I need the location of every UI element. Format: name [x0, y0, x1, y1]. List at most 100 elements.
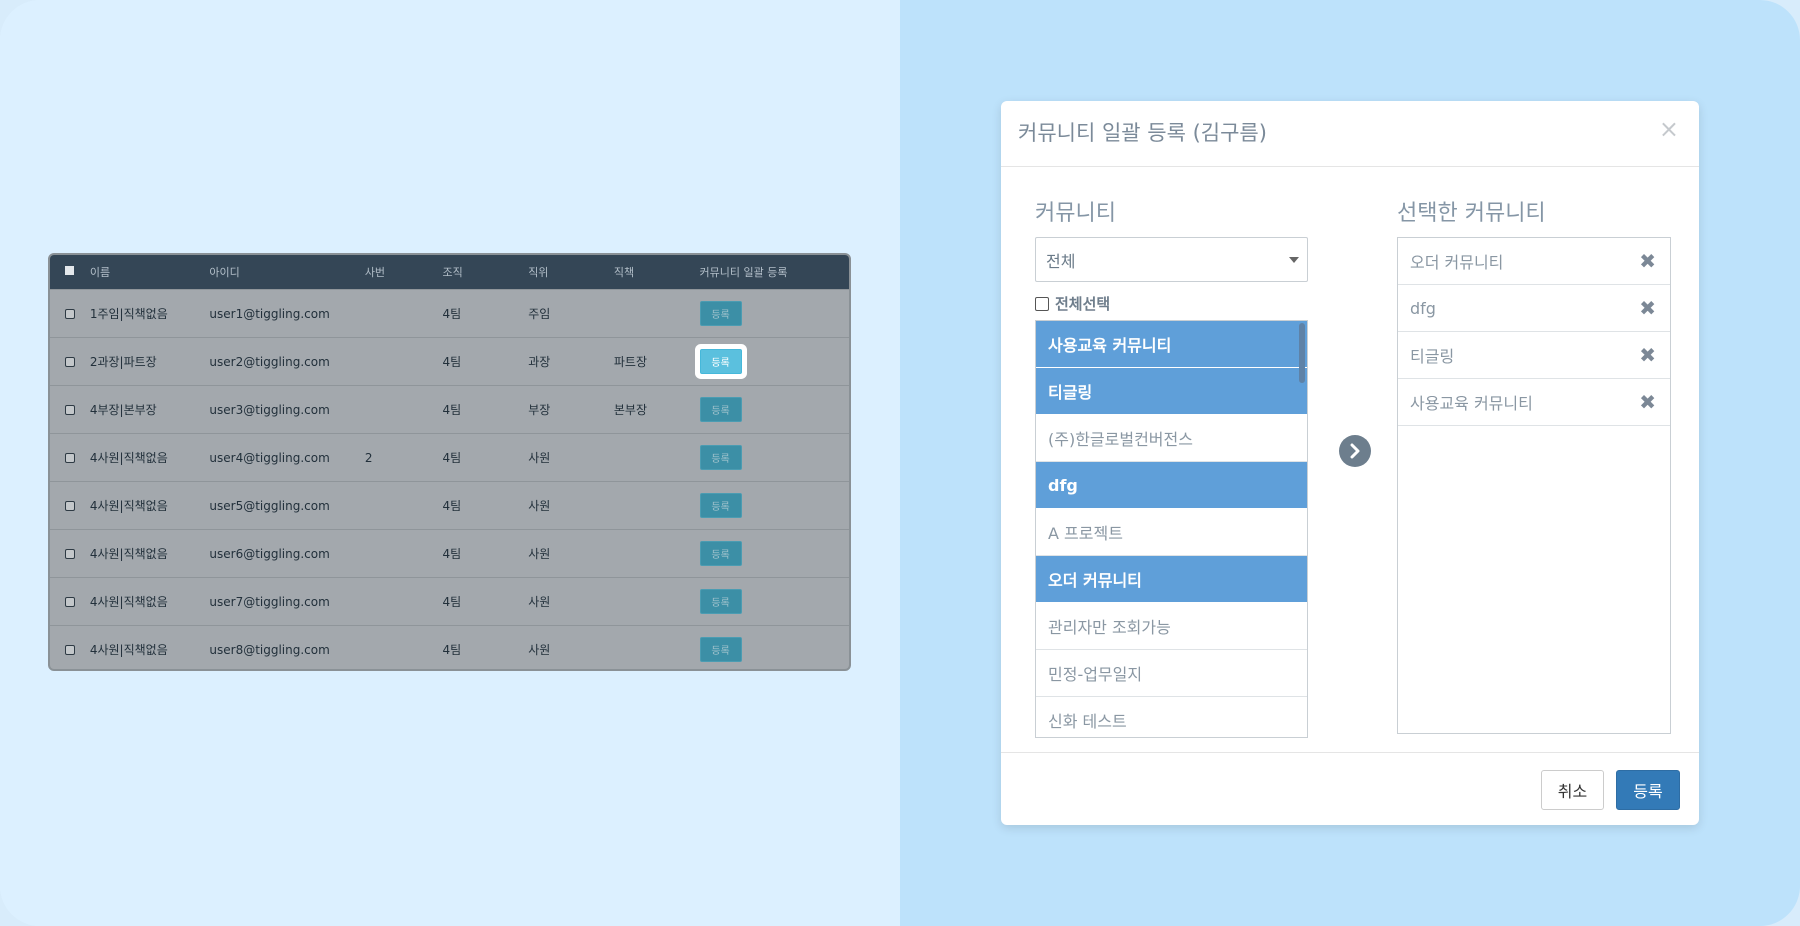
header-checkbox[interactable]: [65, 265, 75, 275]
cancel-button[interactable]: 취소: [1541, 770, 1604, 810]
community-list-item[interactable]: 사용교육 커뮤니티: [1036, 321, 1307, 368]
cell-position: 사원: [528, 595, 551, 609]
table-row: 2과장|파트장 user2@tiggling.com 4팀 과장 파트장 등록: [50, 337, 849, 385]
header-emp-no: 사번: [364, 266, 386, 279]
table-header: 이름 아이디 사번 조직 직위 직책 커뮤니티 일괄 등록: [50, 255, 849, 289]
cell-org: 4팀: [442, 403, 462, 417]
community-list-item[interactable]: A 프로젝트: [1036, 509, 1307, 556]
header-id: 아이디: [209, 266, 240, 279]
submit-button[interactable]: 등록: [1616, 770, 1680, 810]
register-button[interactable]: 등록: [699, 541, 742, 566]
table-row: 4사원|직책없음 user6@tiggling.com 4팀 사원 등록: [50, 529, 849, 577]
cell-name: 4사원|직책없음: [89, 547, 168, 561]
row-checkbox[interactable]: [64, 308, 75, 319]
row-select[interactable]: [50, 644, 90, 655]
selected-community-label: 오더 커뮤니티: [1410, 253, 1504, 272]
register-button[interactable]: 등록: [699, 397, 742, 422]
cell-position: 과장: [528, 355, 551, 369]
cell-position: 사원: [528, 547, 551, 561]
cell-id: user4@tiggling.com: [209, 450, 330, 465]
table-body: 1주임|직책없음 user1@tiggling.com 4팀 주임 등록 2과장|파트장 u…: [50, 289, 849, 669]
selected-community-item: 오더 커뮤니티 ✖: [1398, 238, 1670, 285]
row-checkbox[interactable]: [64, 644, 75, 655]
community-list-item[interactable]: 티글링: [1036, 368, 1307, 415]
cell-name: 4사원|직책없음: [89, 499, 168, 513]
community-list[interactable]: 사용교육 커뮤니티 티글링 (주)한글로벌컨버전스 dfg A 프로젝트 오더 커뮤니티 관…: [1035, 320, 1308, 738]
row-checkbox[interactable]: [64, 500, 75, 511]
cell-register: 등록: [699, 397, 849, 422]
cell-org: 4팀: [442, 595, 462, 609]
community-list-item[interactable]: 신화 테스트: [1036, 697, 1307, 737]
header-position: 직위: [528, 266, 549, 279]
header-org: 조직: [442, 266, 463, 279]
cell-register: 등록: [699, 493, 849, 518]
cell-org: 4팀: [442, 547, 462, 561]
cell-position: 사원: [528, 451, 551, 465]
select-all-toggle[interactable]: 전체선택: [1035, 293, 1110, 314]
register-button[interactable]: 등록: [699, 349, 742, 374]
remove-icon[interactable]: ✖: [1639, 296, 1656, 320]
screen-frame: 이름 아이디 사번 조직 직위 직책 커뮤니티 일괄 등록 1주임|직책없음 us…: [0, 0, 1800, 926]
cell-register: 등록: [699, 589, 849, 614]
community-list-item[interactable]: dfg: [1036, 462, 1307, 509]
cell-name: 4사원|직책없음: [89, 451, 168, 465]
row-checkbox[interactable]: [64, 548, 75, 559]
select-all-checkbox[interactable]: [1035, 296, 1049, 311]
register-button[interactable]: 등록: [699, 589, 742, 614]
table-row: 4사원|직책없음 user7@tiggling.com 4팀 사원 등록: [50, 577, 849, 625]
table-row: 1주임|직책없음 user1@tiggling.com 4팀 주임 등록: [50, 289, 849, 337]
row-select[interactable]: [50, 548, 90, 559]
close-icon[interactable]: ×: [1659, 115, 1679, 143]
cell-id: user7@tiggling.com: [209, 594, 330, 609]
register-button[interactable]: 등록: [699, 445, 742, 470]
cell-name: 4사원|직책없음: [89, 643, 168, 657]
row-select[interactable]: [50, 452, 90, 463]
cell-id: user8@tiggling.com: [209, 642, 330, 657]
list-scrollbar[interactable]: [1299, 323, 1305, 383]
cell-id: user2@tiggling.com: [209, 354, 330, 369]
cell-register: 등록: [699, 349, 849, 374]
cell-org: 4팀: [442, 643, 462, 657]
register-button[interactable]: 등록: [699, 301, 742, 326]
remove-icon[interactable]: ✖: [1639, 249, 1656, 273]
header-name: 이름: [89, 266, 111, 279]
row-checkbox[interactable]: [64, 452, 75, 463]
register-button[interactable]: 등록: [699, 637, 742, 662]
community-register-modal: 커뮤니티 일괄 등록 (김구름) × 커뮤니티 선택한 커뮤니티 전체 전체선택…: [1001, 101, 1699, 825]
remove-icon[interactable]: ✖: [1639, 390, 1656, 414]
cell-org: 4팀: [442, 355, 462, 369]
header-role: 직책: [613, 266, 635, 279]
row-select[interactable]: [50, 404, 90, 415]
select-all-label: 전체선택: [1055, 295, 1111, 313]
move-right-button[interactable]: [1339, 435, 1371, 467]
chevron-right-icon: [1350, 443, 1360, 459]
community-list-item[interactable]: (주)한글로벌컨버전스: [1036, 415, 1307, 462]
row-select[interactable]: [50, 500, 90, 511]
cell-role: 본부장: [613, 403, 647, 417]
remove-icon[interactable]: ✖: [1639, 343, 1656, 367]
cell-id: user1@tiggling.com: [209, 306, 330, 321]
row-select[interactable]: [50, 356, 90, 367]
community-list-item[interactable]: 민정-업무일지: [1036, 650, 1307, 697]
cell-position: 부장: [528, 403, 551, 417]
cell-org: 4팀: [442, 499, 462, 513]
table-row: 4사원|직책없음 user5@tiggling.com 4팀 사원 등록: [50, 481, 849, 529]
row-checkbox[interactable]: [64, 404, 75, 415]
community-list-item[interactable]: 오더 커뮤니티: [1036, 556, 1307, 603]
cell-id: user6@tiggling.com: [209, 546, 330, 561]
row-select[interactable]: [50, 596, 90, 607]
selected-community-item: 사용교육 커뮤니티 ✖: [1398, 379, 1670, 426]
community-filter-select[interactable]: 전체: [1035, 237, 1308, 282]
register-button[interactable]: 등록: [699, 493, 742, 518]
selected-items: 오더 커뮤니티 ✖ dfg ✖ 티글링 ✖ 사용교육 커뮤니티 ✖: [1398, 238, 1670, 426]
row-select[interactable]: [50, 308, 90, 319]
table-row: 4사원|직책없음 user8@tiggling.com 4팀 사원 등록: [50, 625, 849, 669]
community-list-title: 커뮤니티: [1035, 201, 1116, 226]
header-select-all[interactable]: [50, 265, 90, 275]
cell-org: 4팀: [442, 451, 462, 465]
selected-community-label: dfg: [1410, 298, 1436, 318]
cell-register: 등록: [699, 445, 849, 470]
community-list-item[interactable]: 관리자만 조회가능: [1036, 603, 1307, 650]
row-checkbox[interactable]: [64, 596, 75, 607]
row-checkbox[interactable]: [64, 356, 75, 367]
